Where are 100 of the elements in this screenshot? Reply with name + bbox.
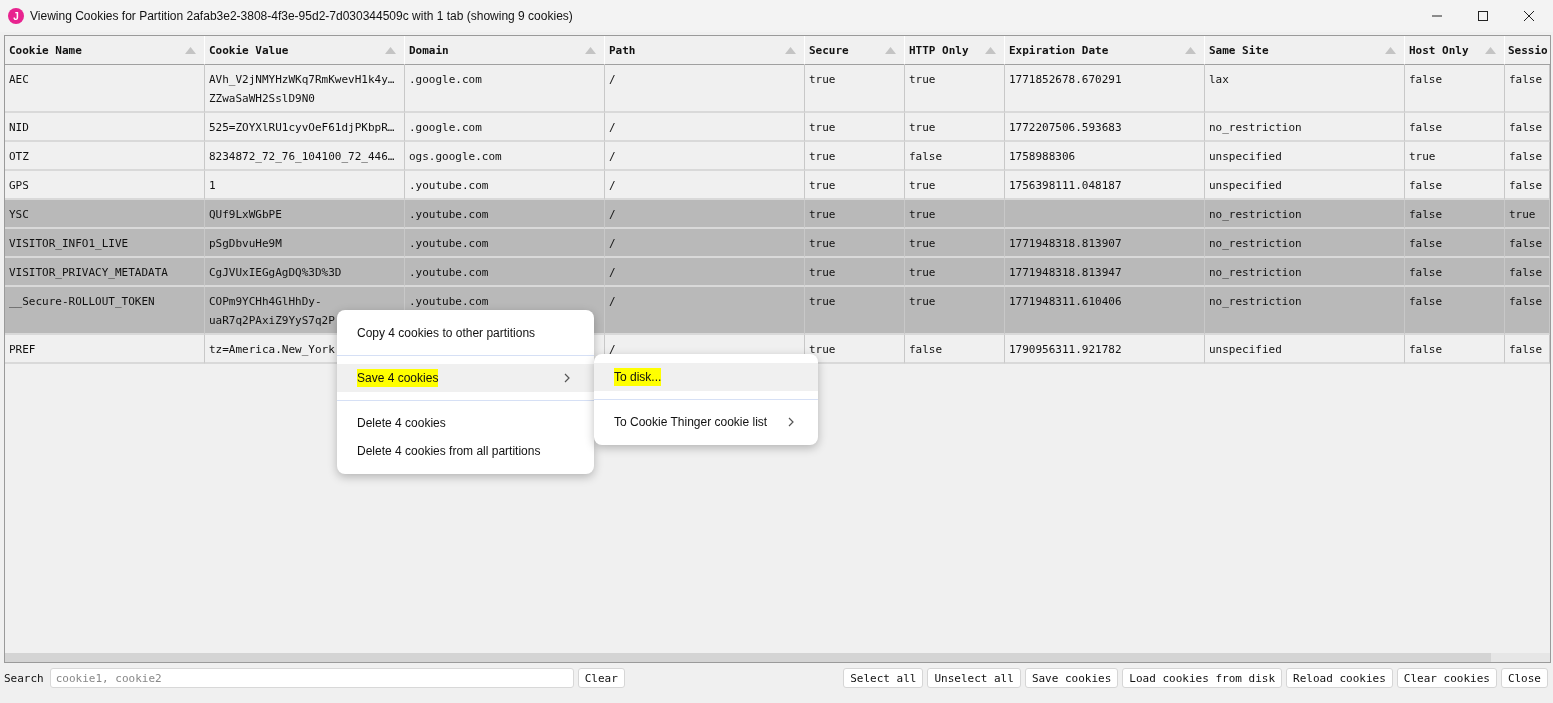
table-cell: true [805,65,905,113]
table-cell: true [905,113,1005,142]
table-cell: false [1505,113,1550,142]
table-cell: QUf9LxWGbPE [205,200,405,229]
table-cell: 1756398111.048187 [1005,171,1205,200]
menu-item[interactable]: Delete 4 cookies from all partitions [337,437,594,465]
table-cell: true [805,229,905,258]
action-button[interactable]: Reload cookies [1286,668,1393,688]
table-cell: true [805,113,905,142]
table-cell: / [605,200,805,229]
table-cell: false [1405,229,1505,258]
table-cell: / [605,287,805,335]
table-cell: true [905,258,1005,287]
action-button[interactable]: Unselect all [927,668,1021,688]
menu-item-label: Save 4 cookies [357,369,439,387]
table-cell: PREF [5,335,205,364]
column-header[interactable]: Path [605,36,805,65]
clear-button[interactable]: Clear [577,668,625,688]
table-cell: no_restriction [1205,200,1405,229]
table-cell: no_restriction [1205,113,1405,142]
column-header[interactable]: Cookie Name [5,36,205,65]
table-cell: false [1505,142,1550,171]
table-cell: false [1405,171,1505,200]
table-cell: false [1505,335,1550,364]
table-cell: no_restriction [1205,287,1405,335]
table-cell: VISITOR_PRIVACY_METADATA [5,258,205,287]
table-cell: true [1505,200,1550,229]
table-cell: / [605,229,805,258]
action-button[interactable]: Clear cookies [1396,668,1497,688]
table-cell: 1771948311.610406 [1005,287,1205,335]
table-cell: false [905,335,1005,364]
table-cell: false [1405,287,1505,335]
menu-item-label: To disk... [614,368,662,386]
table-cell: .google.com [405,65,605,113]
column-header[interactable]: Cookie Value [205,36,405,65]
table-cell: AEC [5,65,205,113]
table-cell: unspecified [1205,335,1405,364]
column-header[interactable]: Same Site [1205,36,1405,65]
action-button[interactable]: Load cookies from disk [1122,668,1283,688]
action-button[interactable]: Select all [843,668,924,688]
table-cell: VISITOR_INFO1_LIVE [5,229,205,258]
maximize-icon[interactable] [1477,10,1489,22]
table-cell: unspecified [1205,171,1405,200]
menu-item[interactable]: Save 4 cookies [337,364,594,392]
table-cell: true [905,200,1005,229]
table-cell: 1 [205,171,405,200]
table-cell: / [605,65,805,113]
menu-item-label: Delete 4 cookies [357,415,446,432]
app-icon: J [8,8,24,24]
table-cell: true [905,65,1005,113]
table-cell: true [905,287,1005,335]
table-cell: GPS [5,171,205,200]
search-field[interactable]: cookie1, cookie2 [49,668,574,688]
table-cell: false [1405,335,1505,364]
menu-item-label: Delete 4 cookies from all partitions [357,443,541,460]
table-cell: .google.com [405,113,605,142]
table-cell: false [1505,258,1550,287]
table-cell: CgJVUxIEGgAgDQ%3D%3D [205,258,405,287]
table-cell: 1771852678.670291 [1005,65,1205,113]
column-header[interactable]: Domain [405,36,605,65]
search-label: Search [4,671,44,685]
table-cell: AVh_V2jNMYHzWKq7RmKwevH1k4y… ZZwaSaWH2SslD9N0 [205,65,405,113]
table-cell: false [1405,258,1505,287]
table-cell: false [1505,229,1550,258]
table-cell: true [805,171,905,200]
table-cell: true [1405,142,1505,171]
table-cell: / [605,142,805,171]
table-cell: .youtube.com [405,229,605,258]
table-cell: true [805,200,905,229]
table-cell: no_restriction [1205,229,1405,258]
menu-item[interactable]: To disk... [594,363,818,391]
table-cell: lax [1205,65,1405,113]
table-cell: NID [5,113,205,142]
table-cell: 1758988306 [1005,142,1205,171]
table-cell: / [605,113,805,142]
table-cell: true [805,258,905,287]
column-header[interactable]: HTTP Only [905,36,1005,65]
scrollbar-thumb[interactable] [5,653,1491,662]
action-button[interactable]: Close [1500,668,1548,688]
table-cell: .youtube.com [405,200,605,229]
window-title: Viewing Cookies for Partition 2afab3e2-3808-4f3e-95d2-7d030344509c with 1 tab (showing 9 cookies) [30,9,573,23]
table-cell: YSC [5,200,205,229]
table-cell: false [1405,113,1505,142]
table-cell: 1772207506.593683 [1005,113,1205,142]
menu-item-label: To Cookie Thinger cookie list [614,414,768,431]
table-cell: .youtube.com [405,171,605,200]
table-cell: false [1405,200,1505,229]
table-cell: false [1405,65,1505,113]
action-button[interactable]: Save cookies [1024,668,1119,688]
table-cell: 1771948318.813947 [1005,258,1205,287]
menu-item[interactable]: Delete 4 cookies [337,409,594,437]
column-header[interactable]: Host Only [1405,36,1505,65]
close-icon[interactable] [1523,10,1535,22]
menu-item[interactable]: To Cookie Thinger cookie list [594,408,818,436]
table-cell: / [605,171,805,200]
column-header[interactable]: Expiration Date [1005,36,1205,65]
table-cell: false [1505,171,1550,200]
column-header[interactable]: Secure [805,36,905,65]
table-cell: true [805,287,905,335]
table-cell: 8234872_72_76_104100_72_446… [205,142,405,171]
